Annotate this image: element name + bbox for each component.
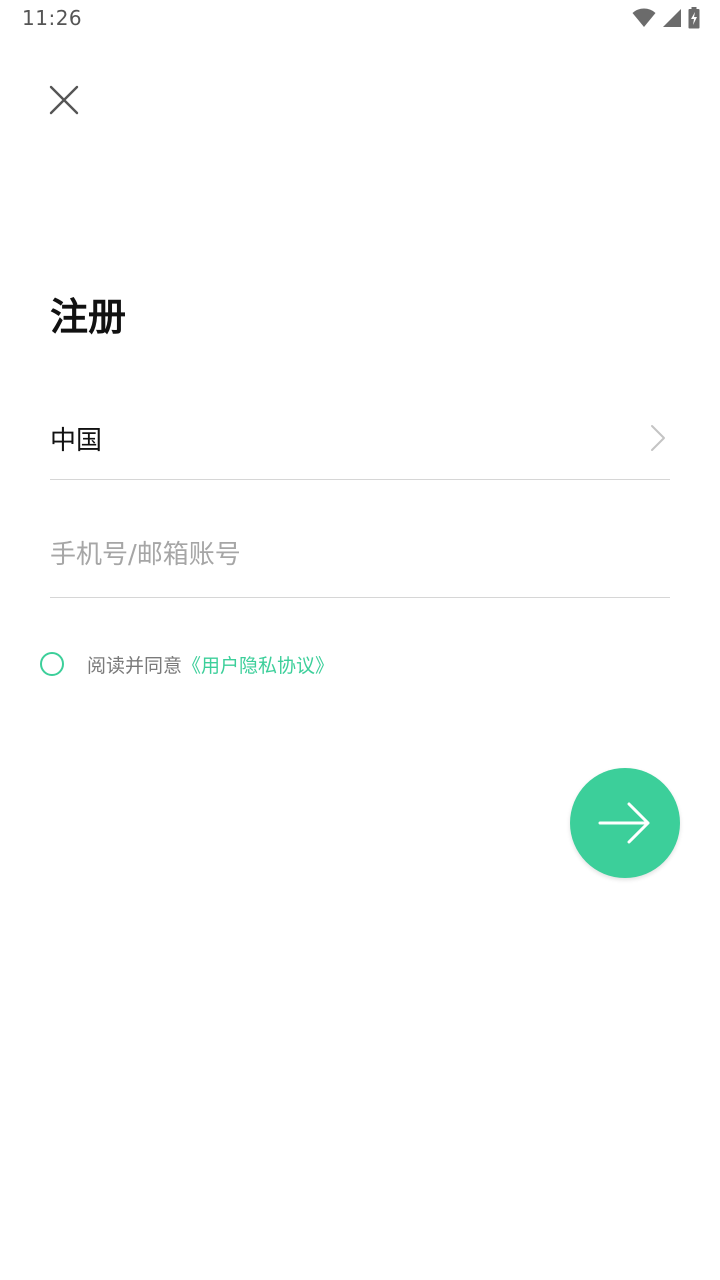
status-bar: 11:26 [0, 0, 720, 38]
arrow-right-icon [598, 802, 650, 844]
page-title: 注册 [50, 295, 127, 339]
country-value: 中国 [50, 426, 103, 456]
wifi-icon [632, 8, 656, 28]
chevron-right-icon [651, 425, 665, 451]
battery-charging-icon [688, 7, 700, 29]
close-icon [49, 85, 79, 115]
agreement-row: 阅读并同意 《用户隐私协议》 [40, 650, 334, 678]
status-time: 11:26 [22, 6, 83, 30]
account-input[interactable] [50, 532, 670, 578]
account-field-row [50, 518, 670, 598]
agreement-checkbox[interactable] [40, 652, 64, 676]
status-icons [632, 6, 700, 30]
agreement-text: 阅读并同意 [87, 654, 183, 677]
cellular-signal-icon [662, 8, 682, 28]
close-button[interactable] [44, 80, 84, 120]
country-selector[interactable]: 中国 [50, 400, 670, 480]
next-button[interactable] [570, 768, 680, 878]
privacy-policy-link[interactable]: 《用户隐私协议》 [182, 651, 334, 678]
